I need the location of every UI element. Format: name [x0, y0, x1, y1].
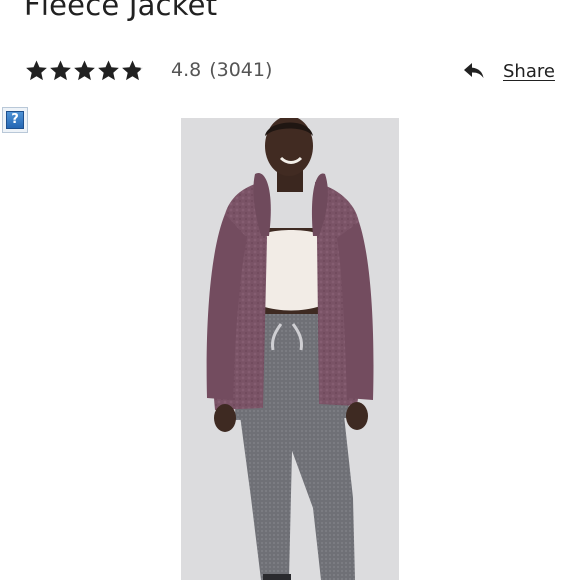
star-icon [97, 59, 120, 82]
star-icon [121, 59, 144, 82]
product-title: Fleece Jacket [24, 0, 218, 22]
share-button[interactable]: Share [463, 58, 555, 84]
review-count-link[interactable]: (3041) [209, 59, 272, 81]
star-rating [25, 59, 144, 82]
help-glyph: ? [6, 111, 24, 129]
product-image[interactable] [181, 118, 399, 580]
star-icon [25, 59, 48, 82]
rating-summary[interactable]: 4.8 (3041) [25, 56, 272, 84]
share-arrow-icon [463, 62, 485, 80]
star-icon [49, 59, 72, 82]
rating-value: 4.8 [171, 59, 202, 81]
help-question-icon[interactable]: ? [2, 107, 28, 133]
product-page: Fleece Jacket 4.8 (3041) Share ? [0, 0, 580, 580]
star-icon [73, 59, 96, 82]
share-label: Share [503, 60, 555, 82]
